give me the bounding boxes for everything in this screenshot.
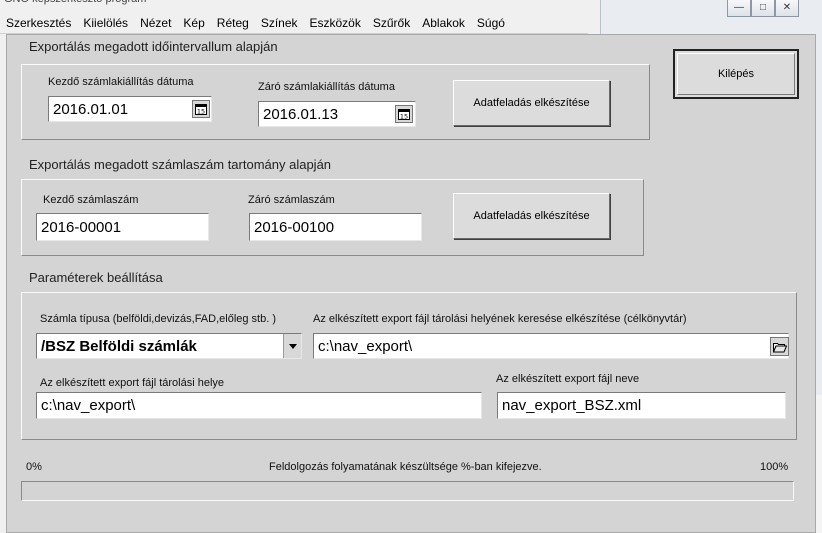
menu-item-szurok[interactable]: Szűrők	[367, 12, 416, 34]
chevron-down-icon	[288, 343, 297, 349]
date-export-button[interactable]: Adatfeladás elkészítése	[453, 80, 610, 126]
start-number-input[interactable]: 2016-00001	[36, 213, 209, 241]
menu-item-eszkozok[interactable]: Eszközök	[304, 12, 367, 34]
end-date-calendar-button[interactable]: 15	[395, 105, 413, 123]
number-export-button[interactable]: Adatfeladás elkészítése	[453, 193, 610, 239]
invoice-type-dropdown-button[interactable]	[283, 334, 301, 358]
end-number-input[interactable]: 2016-00100	[249, 213, 422, 241]
menu-item-szinek[interactable]: Színek	[255, 12, 304, 34]
menu-item-szerkesztes[interactable]: Szerkesztés	[0, 12, 77, 34]
file-name-input[interactable]: nav_export_BSZ.xml	[497, 392, 786, 419]
progress-min-label: 0%	[26, 461, 42, 473]
export-dialog: Exportálás megadott időintervallum alapj…	[6, 34, 816, 533]
minimize-button[interactable]: —	[727, 0, 751, 17]
menu-item-reteg[interactable]: Réteg	[211, 12, 255, 34]
calendar-icon: 15	[398, 109, 410, 121]
calendar-icon: 15	[195, 104, 207, 116]
params-section-group: Számla típusa (belföldi,devizás,FAD,elől…	[21, 292, 797, 440]
params-section-title: Paraméterek beállítása	[29, 270, 163, 285]
number-section-group: Kezdő számlaszám 2016-00001 Záró számlas…	[21, 179, 644, 256]
svg-text:15: 15	[400, 113, 408, 121]
start-number-label: Kezdő számlaszám	[43, 194, 139, 206]
start-date-input[interactable]: 2016.01.01	[48, 96, 212, 122]
storage-location-input[interactable]: c:\nav_export\	[36, 392, 482, 419]
target-folder-search-input[interactable]: c:\nav_export\	[313, 333, 789, 359]
close-button[interactable]: ✕	[775, 0, 799, 17]
menu-item-kijeloles[interactable]: Kiielölés	[77, 12, 134, 34]
menu-item-sugo[interactable]: Súgó	[471, 12, 511, 34]
end-number-label: Záró számlaszám	[248, 194, 335, 206]
progress-caption: Feldolgozás folyamatának készültsége %-b…	[269, 461, 542, 473]
storage-location-label: Az elkészített export fájl tárolási hely…	[40, 377, 225, 389]
invoice-type-label: Számla típusa (belföldi,devizás,FAD,elől…	[40, 313, 277, 325]
invoice-type-select[interactable]: /BSZ Belföldi számlák	[36, 333, 302, 359]
end-date-label: Záró számlakiállítás dátuma	[258, 81, 395, 93]
menu-item-nezet[interactable]: Nézet	[134, 12, 177, 34]
menu-item-ablakok[interactable]: Ablakok	[416, 12, 471, 34]
maximize-button[interactable]: □	[751, 0, 775, 17]
progress-bar	[21, 481, 794, 501]
exit-button-label: Kilépés	[717, 68, 755, 80]
file-name-label: Az elkészített export fájl neve	[496, 373, 640, 385]
menu-item-kep[interactable]: Kép	[177, 12, 210, 34]
end-date-input[interactable]: 2016.01.13	[258, 101, 416, 127]
start-date-calendar-button[interactable]: 15	[192, 100, 210, 118]
start-date-label: Kezdő számlakiállítás dátuma	[48, 76, 194, 88]
invoice-type-value: /BSZ Belföldi számlák	[41, 337, 197, 355]
exit-button[interactable]: Kilépés	[673, 49, 799, 99]
background-menubar: Szerkesztés Kiielölés Nézet Kép Réteg Sz…	[0, 12, 588, 34]
browse-folder-button[interactable]	[770, 337, 789, 356]
date-section-title: Exportálás megadott időintervallum alapj…	[29, 39, 278, 54]
target-folder-search-label: Az elkészített export fájl tárolási hely…	[313, 313, 687, 325]
folder-open-icon	[772, 342, 787, 352]
date-section-group: Kezdő számlakiállítás dátuma 2016.01.01 …	[21, 64, 650, 140]
progress-max-label: 100%	[760, 461, 789, 473]
background-app-title: GNO képszerkesztő program	[0, 0, 600, 8]
number-section-title: Exportálás megadott számlaszám tartomány…	[29, 157, 332, 172]
svg-text:15: 15	[197, 108, 205, 116]
